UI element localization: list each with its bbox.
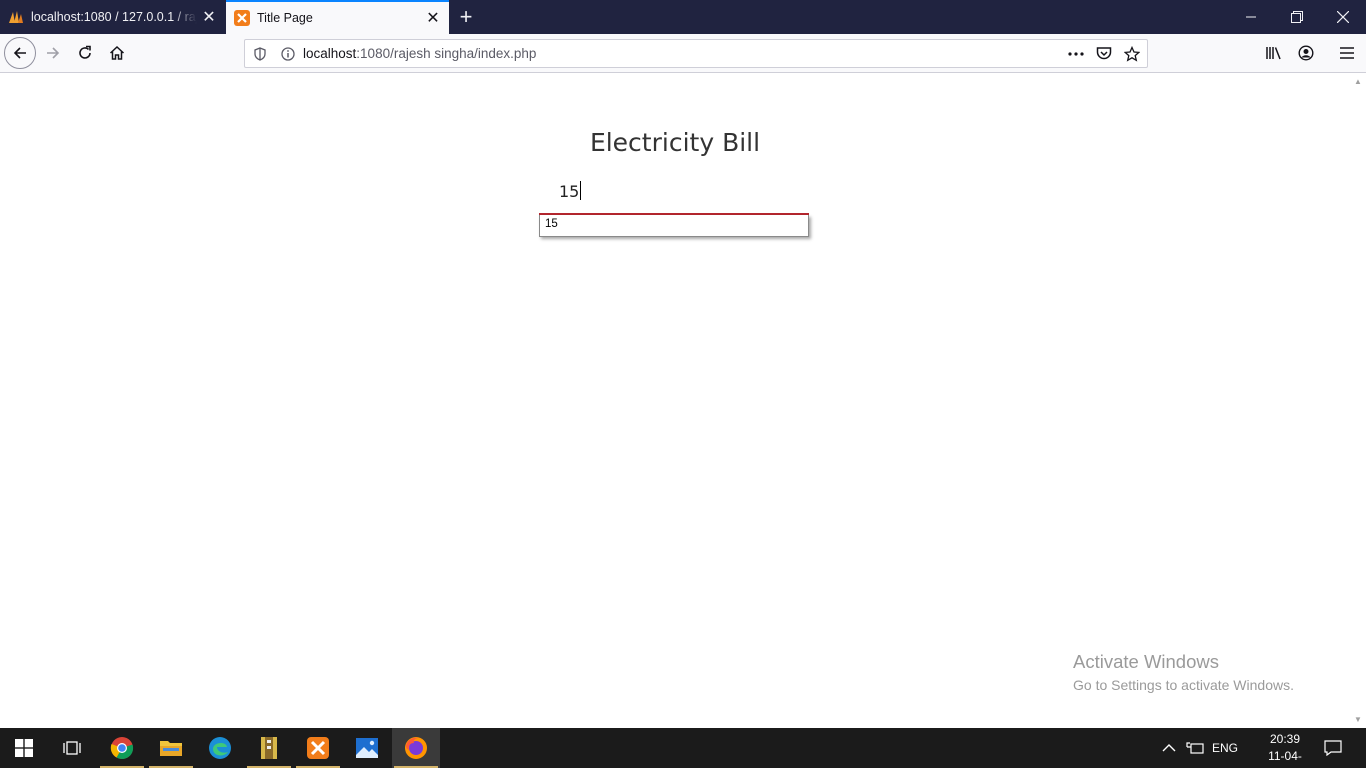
taskbar-edge[interactable] [196, 728, 244, 768]
home-icon [109, 45, 125, 60]
pocket-icon[interactable] [1093, 43, 1115, 65]
network-status-button[interactable] [1186, 728, 1204, 768]
task-view-button[interactable] [48, 728, 96, 768]
network-icon [1186, 742, 1204, 754]
edge-icon [209, 737, 231, 759]
input-language-button[interactable]: ENG [1212, 728, 1238, 768]
page-content: Electricity Bill 15 15 Activate Windows … [0, 74, 1350, 728]
language-label: ENG [1212, 741, 1239, 755]
back-arrow-icon [13, 47, 26, 59]
photos-icon [356, 738, 378, 758]
reload-icon [79, 45, 91, 59]
site-info-icon[interactable] [277, 43, 299, 65]
page-title: Electricity Bill [589, 128, 761, 157]
taskbar-xampp[interactable] [294, 728, 342, 768]
windows-logo-icon [15, 739, 33, 757]
account-button[interactable] [1291, 38, 1321, 68]
taskbar-chrome[interactable] [98, 728, 146, 768]
tab-strip: localhost:1080 / 127.0.0.1 / rajesh ✕ Ti… [0, 0, 1366, 34]
scroll-down-arrow-icon[interactable]: ▼ [1354, 715, 1362, 724]
chrome-icon [110, 737, 134, 760]
windows-taskbar: ENG 20:39 11-04-2020 [0, 728, 1366, 780]
scroll-up-arrow-icon[interactable]: ▲ [1354, 77, 1362, 86]
winrar-archive-icon [261, 737, 277, 759]
back-button[interactable] [4, 37, 36, 69]
url-text[interactable]: localhost:1080/rajesh singha/index.php [303, 46, 1065, 61]
units-input[interactable]: 15 [559, 181, 582, 201]
taskbar-archive-app[interactable] [245, 728, 293, 768]
close-window-button[interactable] [1320, 0, 1366, 34]
forward-button[interactable] [38, 38, 68, 68]
firefox-icon [405, 737, 427, 759]
tab-title: localhost:1080 / 127.0.0.1 / rajesh [31, 10, 197, 24]
clock-date: 11-04-2020 [1268, 749, 1302, 780]
show-hidden-icons-button[interactable] [1162, 728, 1176, 768]
page-scrollbar[interactable]: ▲ ▼ [1350, 74, 1366, 728]
close-tab-icon[interactable]: ✕ [421, 6, 445, 30]
autocomplete-suggestion[interactable]: 15 [545, 218, 558, 230]
taskbar-firefox[interactable] [392, 728, 440, 768]
watermark-title: Activate Windows [1073, 651, 1219, 672]
units-input-value: 15 [559, 182, 580, 201]
library-icon [1266, 47, 1281, 60]
bookmark-star-icon[interactable] [1121, 43, 1143, 65]
autocomplete-dropdown[interactable]: 15 [539, 215, 809, 237]
hamburger-menu-icon [1340, 47, 1354, 59]
menu-button[interactable] [1332, 38, 1362, 68]
reload-button[interactable] [70, 38, 100, 68]
restore-button[interactable] [1274, 0, 1320, 34]
address-bar[interactable]: localhost:1080/rajesh singha/index.php [244, 39, 1148, 68]
account-icon [1298, 45, 1314, 61]
taskbar-photos[interactable] [343, 728, 391, 768]
watermark-subtitle: Go to Settings to activate Windows. [1073, 677, 1294, 693]
xampp-icon [307, 737, 329, 759]
activate-windows-watermark: Activate Windows Go to Settings to activ… [1073, 651, 1294, 693]
notification-icon [1324, 740, 1342, 756]
minimize-button[interactable] [1228, 0, 1274, 34]
action-center-button[interactable] [1324, 728, 1342, 768]
folder-icon [160, 741, 182, 756]
navigation-toolbar: localhost:1080/rajesh singha/index.php [0, 34, 1366, 73]
url-host: localhost [303, 46, 357, 61]
system-clock[interactable]: 20:39 11-04-2020 [1255, 731, 1315, 782]
start-button[interactable] [0, 728, 48, 768]
forward-arrow-icon [47, 47, 60, 59]
tab-title: Title Page [257, 11, 313, 25]
clock-time: 20:39 [1269, 732, 1301, 746]
tracking-shield-icon[interactable] [249, 43, 271, 65]
url-path: :1080/rajesh singha/index.php [356, 46, 537, 61]
xampp-icon [234, 10, 250, 26]
tab-title-page[interactable]: Title Page ✕ [226, 0, 449, 34]
close-tab-icon[interactable]: ✕ [197, 5, 221, 29]
text-caret [580, 181, 582, 200]
chevron-up-icon [1162, 744, 1176, 752]
page-actions-icon[interactable] [1065, 43, 1087, 65]
home-button[interactable] [102, 38, 132, 68]
phpmyadmin-sail-icon [8, 9, 24, 25]
taskbar-file-explorer[interactable] [147, 728, 195, 768]
task-view-icon [63, 741, 81, 755]
tab-phpmyadmin[interactable]: localhost:1080 / 127.0.0.1 / rajesh ✕ [0, 0, 225, 34]
library-button[interactable] [1259, 38, 1289, 68]
new-tab-button[interactable]: + [452, 4, 480, 30]
